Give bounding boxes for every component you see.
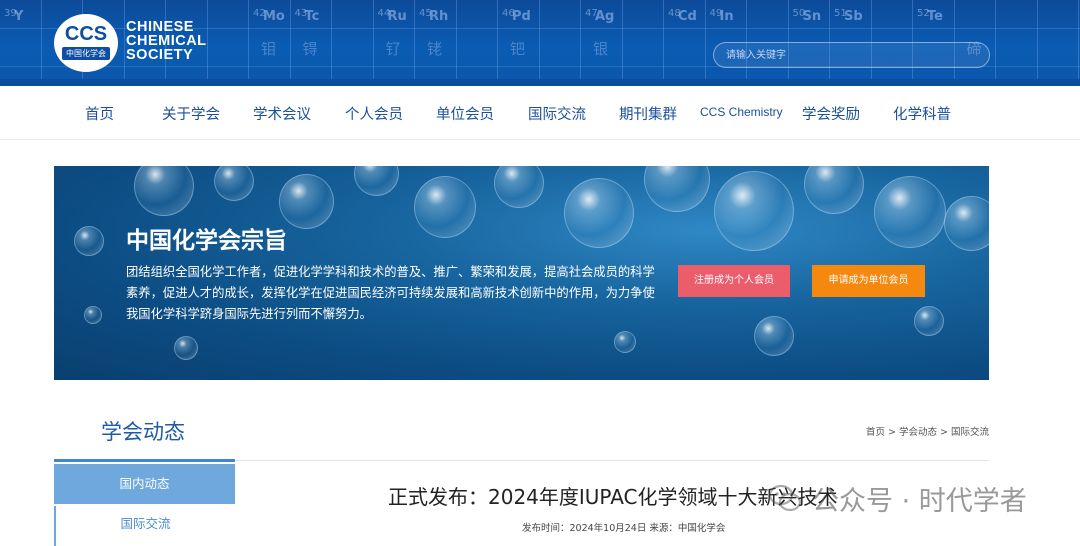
periodic-cell (1038, 0, 1079, 86)
periodic-cell-symbol: Sn (802, 9, 822, 24)
logo-line-2: CHEMICAL (126, 33, 207, 49)
nav-item-awards[interactable]: 学会奖励 (802, 103, 860, 124)
bubble-decoration (174, 336, 198, 360)
bubble-decoration (564, 178, 634, 248)
breadcrumb[interactable]: 首页 > 学会动态 > 国际交流 (866, 424, 989, 438)
nav-item-conferences[interactable]: 学术会议 (253, 103, 311, 124)
periodic-cell (457, 0, 498, 86)
bubble-decoration (614, 331, 636, 353)
watermark-text: 公众号 · 时代学者 (812, 485, 1027, 517)
periodic-cell: 45 Rh 铑 (415, 0, 457, 86)
apply-unit-button[interactable]: 申请成为单位会员 (812, 265, 925, 297)
periodic-cell (208, 0, 249, 86)
periodic-cell-symbol: Mo (263, 9, 285, 24)
periodic-cell-symbol: In (719, 9, 734, 24)
periodic-cell-symbol: Ag (595, 9, 615, 24)
bubble-decoration (644, 166, 710, 212)
periodic-cell-symbol: Tc (304, 9, 320, 24)
periodic-cell: 43 Tc 锝 (291, 0, 332, 86)
periodic-cell-name: 银 (593, 40, 609, 58)
register-individual-button[interactable]: 注册成为个人会员 (678, 265, 790, 297)
periodic-cell-name: 锝 (302, 40, 318, 58)
periodic-cell-name: 钼 (261, 40, 277, 58)
banner-mission-text: 团结组织全国化学工作者，促进化学学科和技术的普及、推广、繁荣和发展，提高社会成员… (126, 265, 655, 321)
nav-item-science-popularization[interactable]: 化学科普 (893, 103, 951, 124)
periodic-cell: 42 Mo 钼 (249, 0, 291, 86)
logo-line-3: SOCIETY (126, 47, 194, 63)
nav-item-journals[interactable]: 期刊集群 (619, 103, 677, 124)
logo-abbr: CCS (64, 23, 108, 45)
bubble-decoration (84, 306, 102, 324)
periodic-cell (623, 0, 664, 86)
periodic-cell: 39 Y (0, 0, 42, 86)
bubble-decoration (279, 174, 334, 229)
nav-item-unit-members[interactable]: 单位会员 (436, 103, 494, 124)
logo-wordmark[interactable]: CHINESE CHEMICAL SOCIETY (126, 19, 207, 63)
sidebar-item-international[interactable]: 国际交流 (54, 506, 235, 546)
periodic-cell-symbol: Pd (512, 9, 531, 24)
bubble-decoration (494, 166, 544, 208)
bubble-decoration (714, 171, 794, 251)
logo-line-1: CHINESE (126, 19, 194, 35)
main-nav: 首页 关于学会 学术会议 个人会员 单位会员 国际交流 期刊集群 CCS Che… (0, 86, 1080, 140)
bubble-decoration (804, 166, 864, 214)
bubble-decoration (74, 226, 104, 256)
periodic-cell (540, 0, 581, 86)
periodic-cell: 48 Cd (664, 0, 706, 86)
bubble-decoration (214, 166, 254, 201)
periodic-cell: 46 Pd 钯 (498, 0, 540, 86)
wechat-icon (768, 481, 802, 515)
logo-cn-label: 中国化学会 (62, 47, 110, 60)
search-input[interactable] (726, 46, 976, 64)
periodic-cell (996, 0, 1038, 86)
nav-item-individual-members[interactable]: 个人会员 (345, 103, 403, 124)
periodic-cell-symbol: Te (927, 9, 943, 24)
bubble-decoration (414, 176, 476, 238)
nav-item-international[interactable]: 国际交流 (528, 103, 586, 124)
bubble-decoration (874, 176, 946, 248)
bubble-decoration (354, 166, 399, 196)
sidebar-title: 学会动态 (101, 420, 185, 444)
watermark: 公众号 · 时代学者 (768, 478, 1027, 518)
search-box (713, 42, 990, 68)
nav-item-home[interactable]: 首页 (85, 103, 114, 124)
sidebar-divider (54, 459, 235, 462)
site-header: 39 Y 42 Mo 钼 43 Tc 锝 44 Ru 钌 45 Rh 铑 46 Pd 钯 47 Ag 银 48 Cd 49 I… (0, 0, 1080, 86)
periodic-cell: 44 Ru 钌 (374, 0, 415, 86)
periodic-cell-symbol: Ru (387, 9, 407, 24)
bubble-decoration (944, 196, 989, 251)
periodic-cell: 47 Ag 银 (581, 0, 623, 86)
periodic-cell-name: 钌 (385, 40, 401, 58)
banner-title: 中国化学会宗旨 (126, 228, 287, 254)
bubble-decoration (754, 316, 794, 356)
sidebar-item-domestic[interactable]: 国内动态 (54, 464, 235, 504)
bubble-decoration (134, 166, 194, 216)
periodic-cell-symbol: Rh (429, 9, 449, 24)
header-bottom-band (0, 79, 1080, 86)
periodic-cell-name: 钯 (510, 40, 526, 58)
periodic-cell-symbol: Y (14, 9, 24, 24)
periodic-cell (332, 0, 374, 86)
mission-banner: 中国化学会宗旨 团结组织全国化学工作者，促进化学学科和技术的普及、推广、繁荣和发… (54, 166, 989, 380)
nav-item-ccs-chemistry[interactable]: CCS Chemistry (700, 105, 783, 119)
bubble-decoration (914, 306, 944, 336)
ccs-logo[interactable]: CCS 中国化学会 (54, 14, 118, 72)
content-divider (236, 460, 989, 461)
nav-item-about[interactable]: 关于学会 (162, 103, 220, 124)
periodic-cell-symbol: Sb (844, 9, 863, 24)
periodic-cell-symbol: Cd (678, 9, 697, 24)
periodic-cell-name: 铑 (427, 40, 443, 58)
article-meta: 发布时间：2024年10月24日 来源：中国化学会 (522, 523, 726, 534)
